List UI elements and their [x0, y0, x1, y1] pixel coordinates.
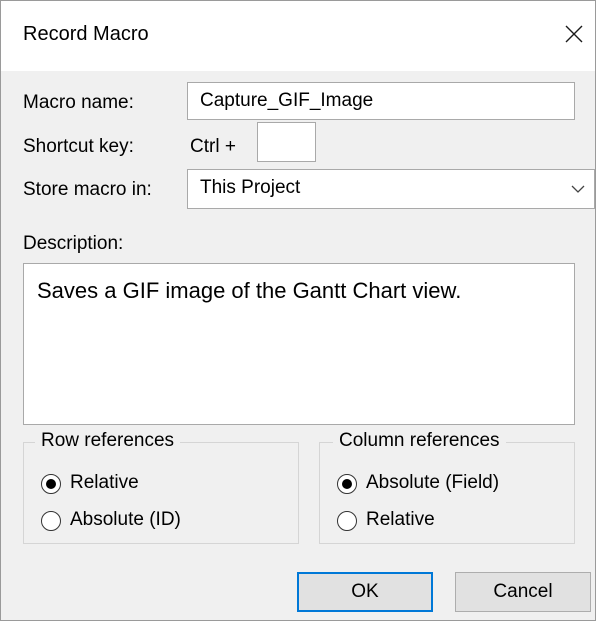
row-absolute-id-label: Absolute (ID) [70, 509, 181, 530]
radio-button[interactable] [41, 474, 61, 494]
description-textarea[interactable]: Saves a GIF image of the Gantt Chart vie… [23, 263, 575, 425]
column-relative-radio[interactable]: Relative [337, 509, 477, 535]
store-macro-in-label: Store macro in: [23, 179, 152, 200]
column-absolute-field-radio[interactable]: Absolute (Field) [337, 472, 537, 498]
close-icon [565, 25, 583, 43]
row-references-title: Row references [35, 430, 181, 452]
radio-button[interactable] [41, 511, 61, 531]
description-label: Description: [23, 233, 124, 254]
description-value: Saves a GIF image of the Gantt Chart vie… [37, 278, 462, 303]
macro-name-label: Macro name: [23, 92, 134, 114]
macro-name-input[interactable]: Capture_GIF_Image [187, 82, 575, 120]
radio-button[interactable] [337, 474, 357, 494]
macro-name-label-text: Macro name: [23, 92, 134, 113]
store-macro-in-value: This Project [200, 177, 301, 198]
row-relative-label: Relative [70, 472, 139, 493]
radio-selected-dot [45, 478, 56, 489]
shortcut-key-input[interactable] [257, 122, 316, 162]
store-macro-in-select[interactable]: This Project [187, 169, 595, 209]
column-absolute-field-label: Absolute (Field) [366, 472, 500, 493]
shortcut-ctrl-prefix: Ctrl + [190, 136, 236, 157]
radio-selected-dot [341, 478, 352, 489]
close-button[interactable] [553, 11, 595, 59]
column-references-group: Column references Absolute (Field) Relat… [319, 430, 575, 544]
macro-name-value: Capture_GIF_Image [200, 90, 374, 111]
cancel-button[interactable]: Cancel [455, 572, 591, 612]
column-relative-label: Relative [366, 509, 435, 530]
title-bar: Record Macro [1, 1, 595, 71]
row-absolute-id-radio[interactable]: Absolute (ID) [41, 509, 221, 535]
row-references-group: Row references Relative Absolute (ID) [23, 430, 299, 544]
shortcut-key-label: Shortcut key: [23, 136, 134, 157]
radio-button[interactable] [337, 511, 357, 531]
row-relative-radio[interactable]: Relative [41, 472, 181, 498]
column-references-title: Column references [333, 430, 506, 452]
ok-button[interactable]: OK [297, 572, 433, 612]
dialog-title: Record Macro [23, 23, 149, 45]
record-macro-dialog: Record Macro Macro name: Capture_GIF_Ima… [0, 0, 596, 621]
chevron-down-icon [571, 185, 585, 193]
